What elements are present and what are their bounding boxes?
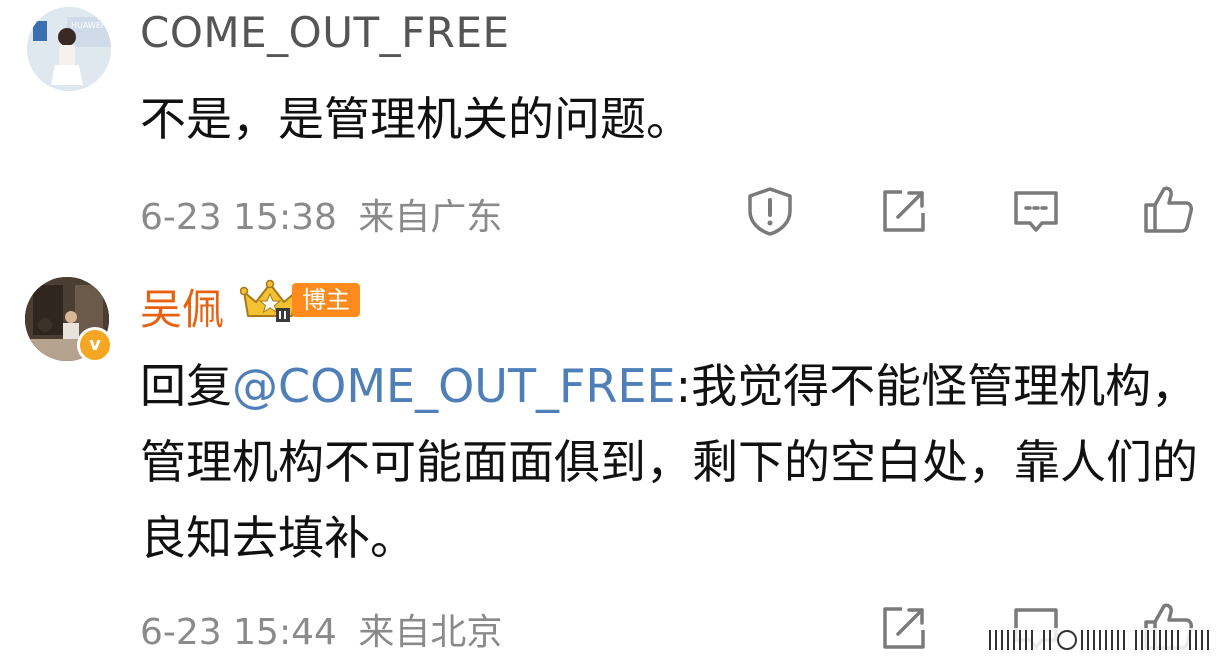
verified-badge-icon: v <box>77 327 113 363</box>
comment-text: 不是，是管理机关的问题。 <box>140 92 692 146</box>
comment-timestamp: 6-23 15:38 <box>140 197 337 238</box>
share-icon[interactable] <box>876 600 932 656</box>
comment-meta: 6-23 15:44 来自北京 <box>140 603 502 655</box>
mention-link[interactable]: @COME_OUT_FREE <box>232 359 676 413</box>
comment-location: 来自北京 <box>358 612 503 653</box>
like-icon[interactable] <box>1140 181 1196 237</box>
avatar-image <box>27 7 111 91</box>
reply-prefix: 回复 <box>140 359 232 413</box>
comment-location: 来自广东 <box>358 197 503 238</box>
avatar[interactable]: v <box>25 277 113 363</box>
report-icon[interactable] <box>742 183 798 239</box>
comment-timestamp: 6-23 15:44 <box>140 612 337 653</box>
watermark-ticks <box>985 628 1220 652</box>
blogger-badge: 博主 <box>292 283 360 317</box>
crown-icon <box>239 278 301 324</box>
reply-text: 回复@COME_OUT_FREE:我觉得不能怪管理机构，管理机构不可能面面俱到，… <box>140 348 1210 576</box>
comment-meta: 6-23 15:38 来自广东 <box>140 188 502 240</box>
share-icon[interactable] <box>876 183 932 239</box>
comment-username[interactable]: COME_OUT_FREE <box>140 8 510 57</box>
comment-username[interactable]: 吴佩 <box>140 276 224 337</box>
avatar-watermark: HUAWEI <box>71 21 104 30</box>
comment-icon[interactable] <box>1008 183 1064 239</box>
avatar[interactable]: HUAWEI <box>27 7 111 91</box>
